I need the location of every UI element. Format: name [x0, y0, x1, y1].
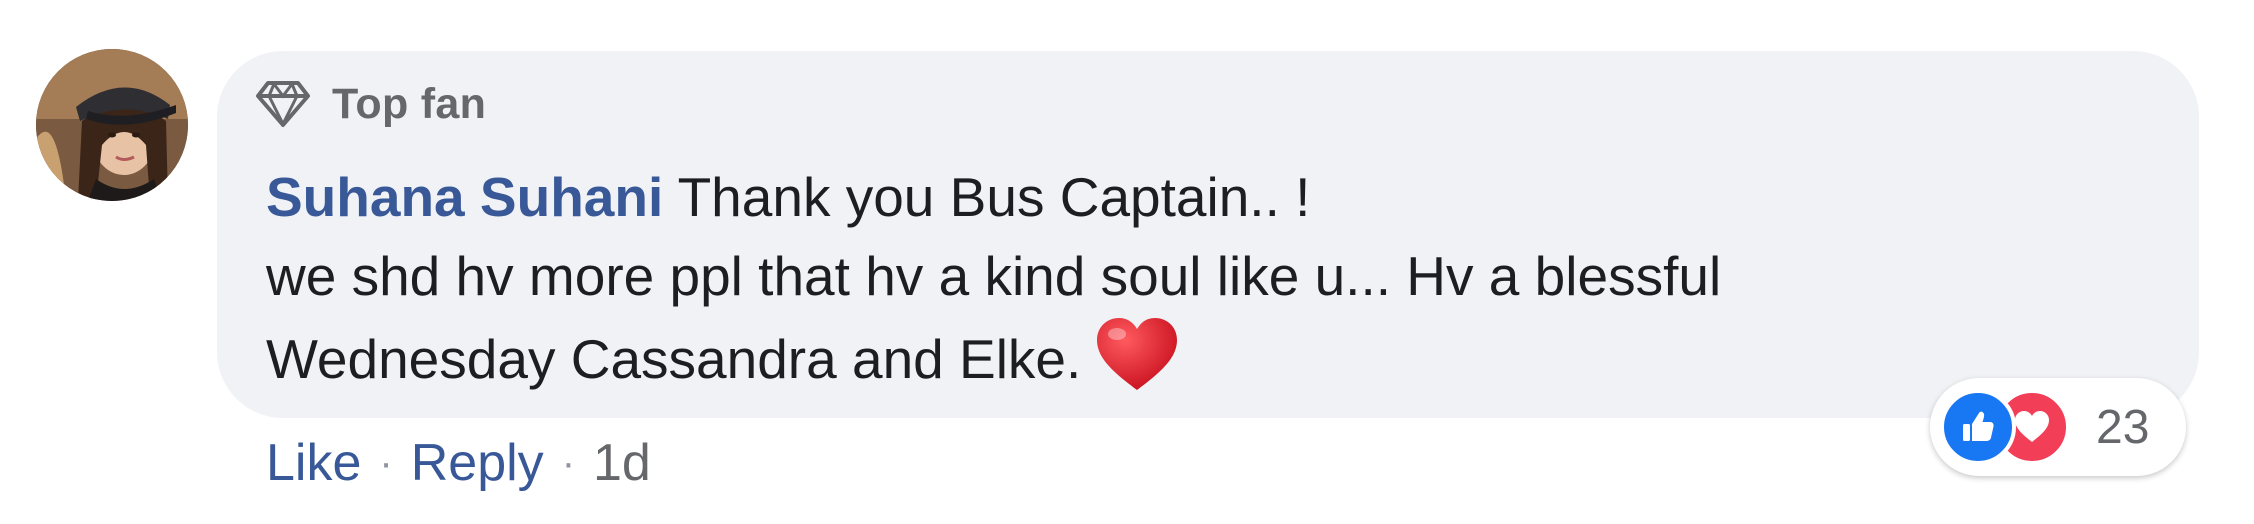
badge-label: Top fan	[332, 79, 487, 128]
author-name[interactable]: Suhana Suhani	[266, 166, 663, 228]
comment-text-line: we shd hv more ppl that hv a kind soul l…	[266, 245, 1722, 307]
avatar[interactable]	[36, 49, 188, 201]
reply-link[interactable]: Reply	[411, 433, 544, 493]
comment-line-1: Suhana Suhani Thank you Bus Captain.. !	[266, 158, 2146, 237]
top-fan-badge[interactable]: Top fan	[254, 74, 486, 134]
separator: ·	[561, 440, 576, 485]
diamond-icon	[256, 81, 310, 127]
avatar-image	[36, 49, 188, 201]
heart-emoji-icon	[1097, 318, 1178, 390]
comment-line-3: Wednesday Cassandra and Elke.	[266, 316, 2146, 399]
comment-body: Suhana Suhani Thank you Bus Captain.. ! …	[266, 158, 2146, 399]
reaction-count: 23	[2096, 400, 2150, 454]
timestamp[interactable]: 1d	[593, 433, 651, 493]
comment-text-line: Thank you Bus Captain.. !	[677, 166, 1311, 228]
separator: ·	[379, 440, 393, 485]
reactions-summary[interactable]: 23	[1930, 378, 2186, 476]
comment: Top fan Suhana Suhani Thank you Bus Capt…	[0, 0, 2254, 524]
comment-actions: Like · Reply · 1d	[266, 428, 651, 498]
comment-text-line: Wednesday Cassandra and Elke.	[266, 328, 1082, 390]
comment-line-2: we shd hv more ppl that hv a kind soul l…	[266, 237, 2146, 316]
like-link[interactable]: Like	[266, 433, 361, 493]
like-reaction-icon	[1940, 389, 2016, 465]
